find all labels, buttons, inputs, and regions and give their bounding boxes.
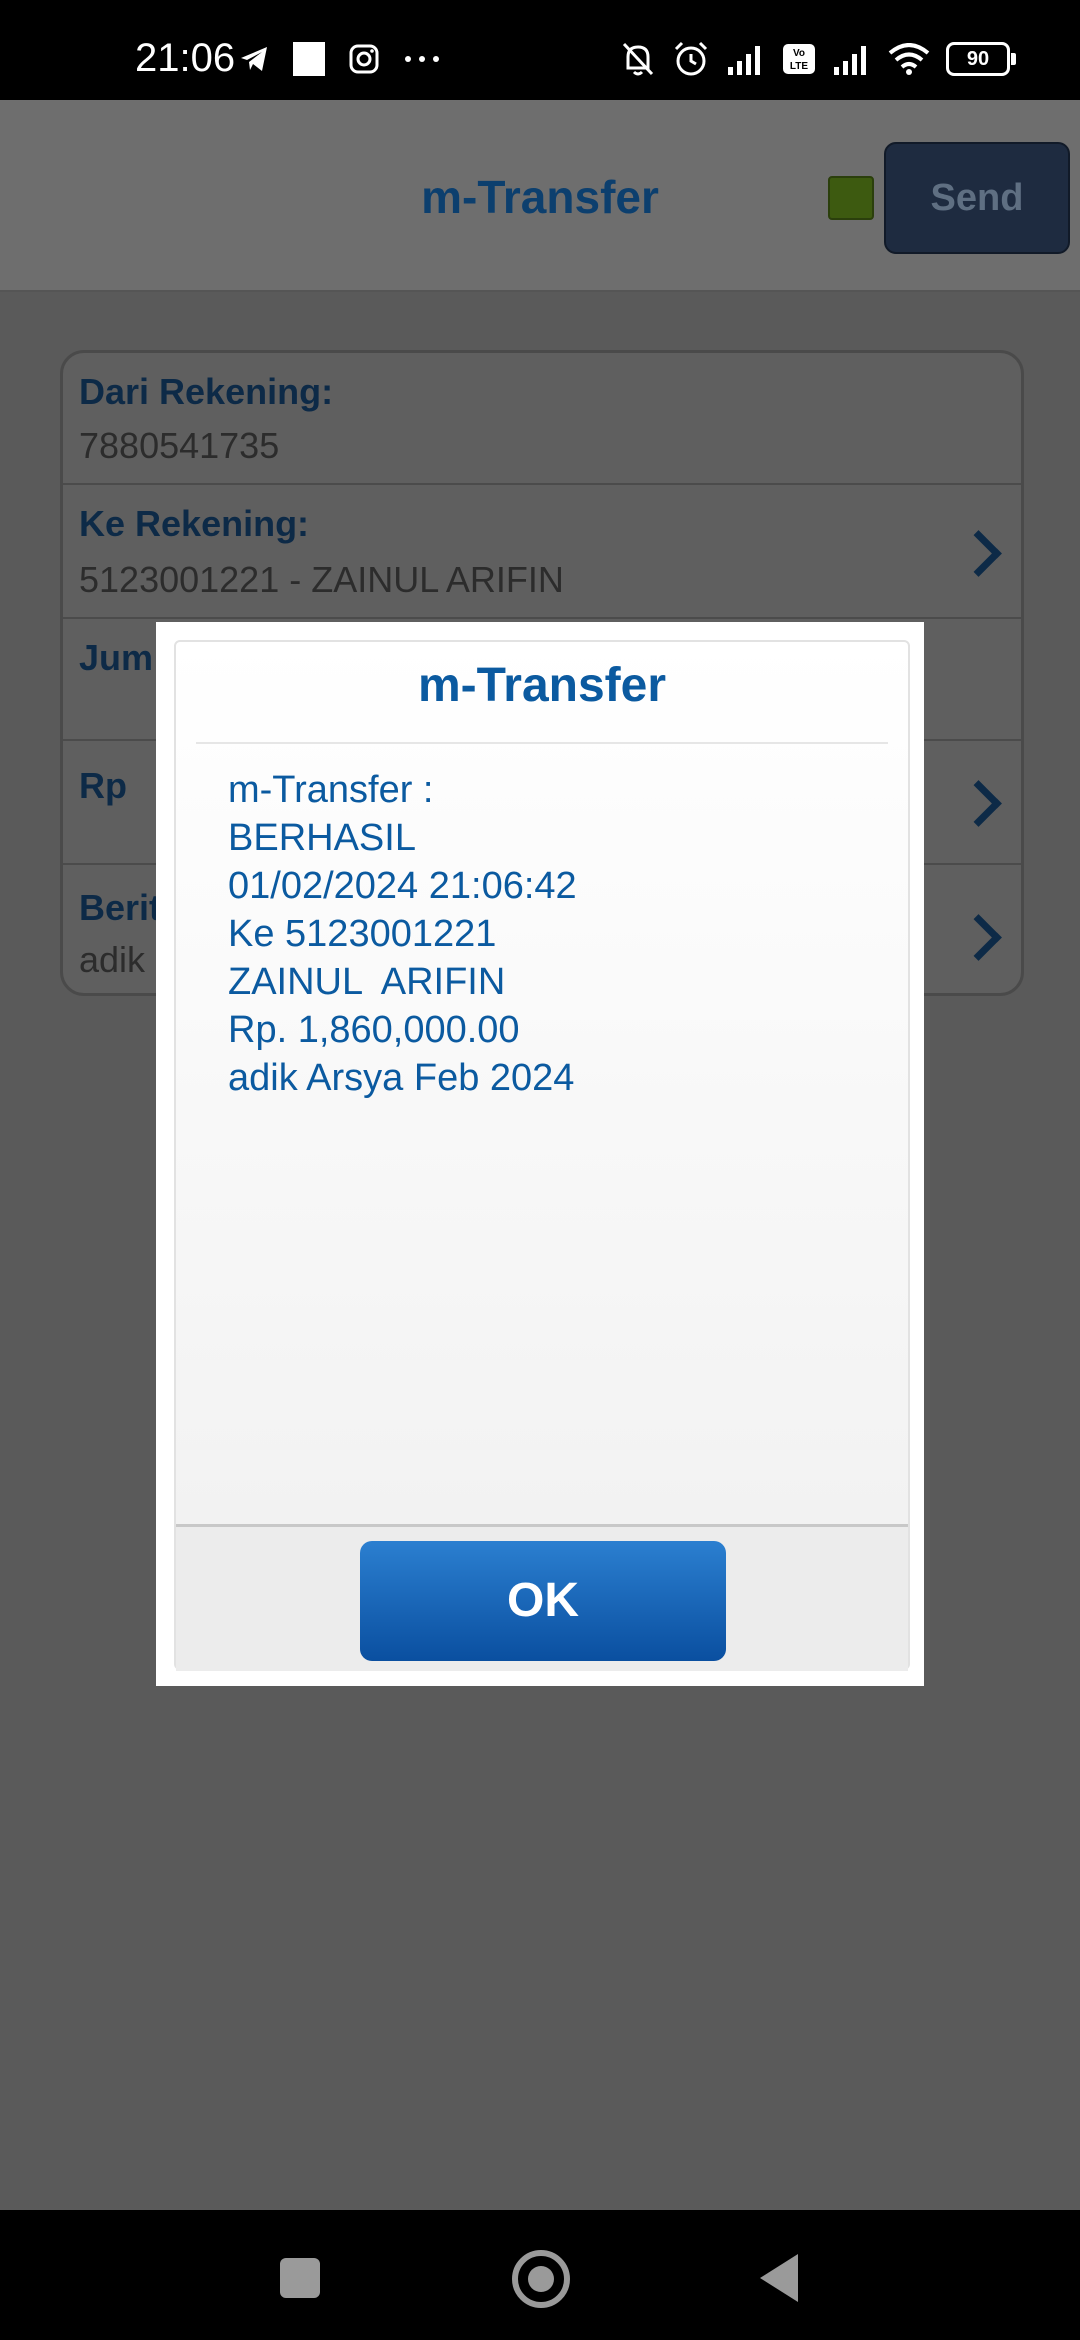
form-row-destination-account[interactable]: Ke Rekening: 5123001221 - ZAINUL ARIFIN (63, 485, 1021, 619)
send-button[interactable]: Send (884, 142, 1070, 254)
message-line: 01/02/2024 21:06:42 (228, 865, 577, 907)
message-line: BERHASIL (228, 817, 416, 859)
row-label: Rp (79, 765, 127, 806)
notification-icon (293, 42, 325, 76)
dialog-message: m-Transfer : BERHASIL 01/02/2024 21:06:4… (228, 766, 868, 1102)
chevron-right-icon (955, 780, 1002, 827)
dialog-title: m-Transfer (417, 659, 667, 712)
message-line: adik Arsya Feb 2024 (228, 1057, 575, 1099)
signal-icon (834, 46, 866, 75)
row-value: 7880541735 (79, 425, 280, 466)
status-indicator (828, 176, 874, 220)
row-value: adik (79, 939, 146, 980)
dialog-divider (196, 742, 888, 744)
svg-text:LTE: LTE (790, 61, 808, 72)
row-label: Berit (79, 887, 162, 928)
home-icon[interactable] (512, 2250, 570, 2308)
ok-button[interactable]: OK (360, 1541, 726, 1661)
volte-icon: Vo LTE (783, 44, 815, 74)
svg-text:Vo: Vo (793, 48, 805, 59)
row-value: 5123001221 - ZAINUL ARIFIN (79, 559, 564, 600)
recents-icon[interactable] (280, 2258, 320, 2298)
status-bar: 21:06 Vo LTE 90 (0, 0, 1080, 100)
status-right-icons: Vo LTE 90 (620, 36, 1016, 82)
chevron-right-icon (955, 914, 1002, 961)
row-label: Dari Rekening: (79, 371, 334, 412)
telegram-icon (241, 47, 267, 71)
signal-icon (728, 46, 760, 75)
navigation-bar (0, 2210, 1080, 2340)
message-line: m-Transfer : (228, 769, 434, 811)
wifi-icon (888, 43, 930, 75)
battery-icon: 90 (946, 42, 1016, 76)
dialog-panel: m-Transfer m-Transfer : BERHASIL 01/02/2… (174, 640, 910, 1671)
status-time: 21:06 (135, 36, 236, 80)
alarm-icon (674, 41, 708, 76)
form-row-source-account: Dari Rekening: 7880541735 (63, 353, 1021, 485)
bell-off-icon (622, 42, 654, 76)
message-line: Rp. 1,860,000.00 (228, 1009, 520, 1051)
app-header: m-Transfer Send (0, 100, 1080, 292)
status-left-icons (238, 36, 442, 82)
message-line: ZAINUL ARIFIN (228, 961, 506, 1003)
instagram-icon (349, 44, 379, 74)
row-label: Ke Rekening: (79, 503, 310, 544)
back-icon[interactable] (760, 2254, 798, 2302)
more-icon (405, 56, 439, 62)
chevron-right-icon (955, 530, 1002, 577)
row-label: Jum (79, 637, 154, 678)
message-line: Ke 5123001221 (228, 913, 497, 955)
result-dialog: m-Transfer m-Transfer : BERHASIL 01/02/2… (156, 622, 924, 1686)
dialog-footer: OK (176, 1524, 908, 1671)
